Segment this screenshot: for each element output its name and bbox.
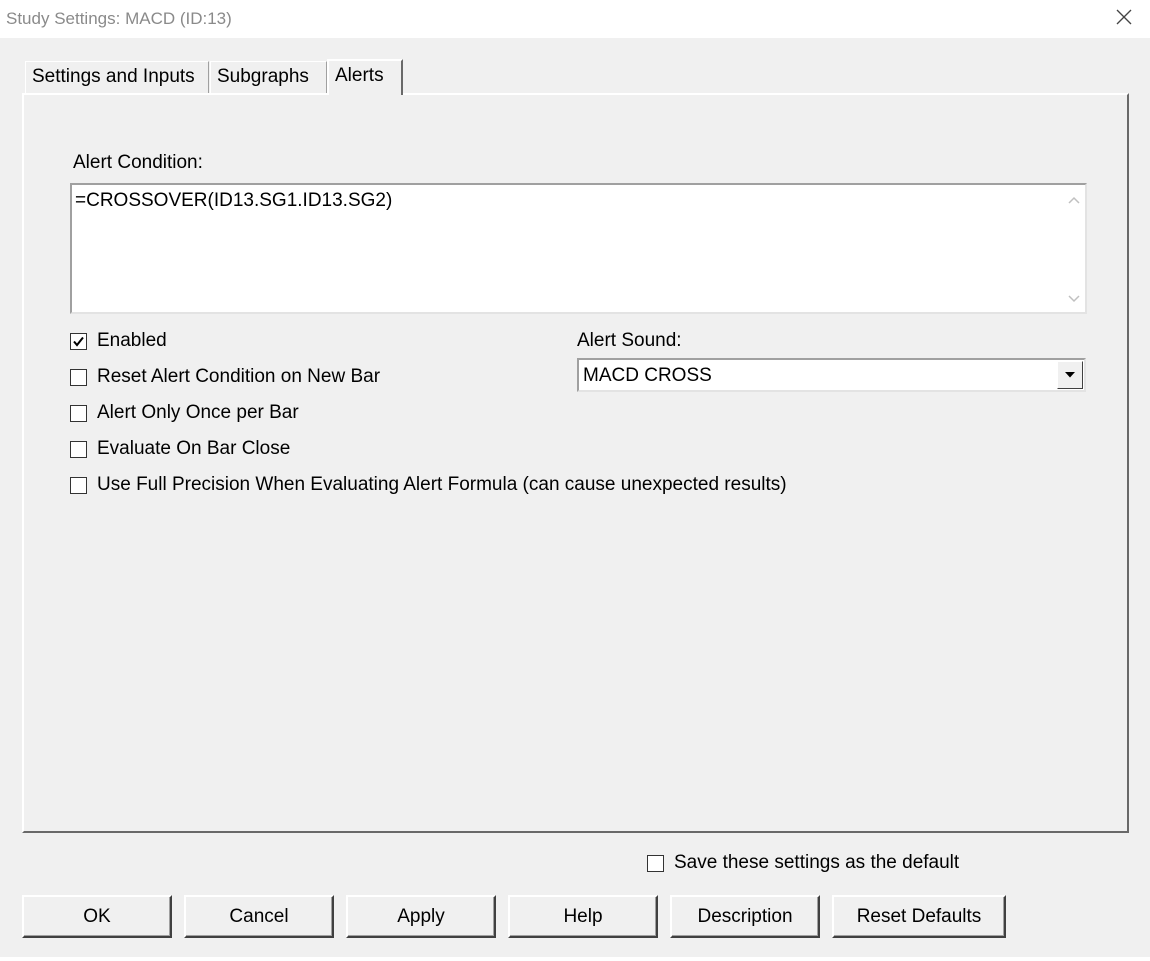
tab-label: Settings and Inputs bbox=[32, 66, 195, 87]
full-precision-checkbox-row[interactable]: Use Full Precision When Evaluating Alert… bbox=[70, 473, 787, 497]
enabled-label: Enabled bbox=[97, 330, 167, 351]
alert-sound-select[interactable]: MACD CROSS bbox=[577, 358, 1086, 392]
save-default-checkbox[interactable] bbox=[647, 854, 664, 872]
reset-alert-checkbox-row[interactable]: Reset Alert Condition on New Bar bbox=[70, 365, 380, 389]
checkmark-icon bbox=[73, 336, 84, 347]
save-default-label: Save these settings as the default bbox=[674, 852, 960, 873]
tab-settings-and-inputs[interactable]: Settings and Inputs bbox=[25, 61, 209, 93]
vertical-scrollbar[interactable] bbox=[1063, 185, 1085, 312]
alert-sound-label: Alert Sound: bbox=[577, 330, 682, 351]
alert-once-checkbox-row[interactable]: Alert Only Once per Bar bbox=[70, 401, 299, 425]
tab-alerts[interactable]: Alerts bbox=[327, 59, 403, 95]
reset-alert-label: Reset Alert Condition on New Bar bbox=[97, 366, 381, 387]
evaluate-bar-close-label: Evaluate On Bar Close bbox=[97, 438, 291, 459]
full-precision-checkbox[interactable] bbox=[70, 476, 87, 494]
title-bar: Study Settings: MACD (ID:13) bbox=[0, 0, 1150, 38]
cancel-button[interactable]: Cancel bbox=[184, 895, 334, 938]
alert-condition-label: Alert Condition: bbox=[73, 152, 203, 173]
reset-alert-checkbox[interactable] bbox=[70, 368, 87, 386]
bottom-edge bbox=[0, 957, 1150, 961]
reset-defaults-button[interactable]: Reset Defaults bbox=[832, 895, 1006, 938]
alert-condition-value: =CROSSOVER(ID13.SG1.ID13.SG2) bbox=[75, 190, 393, 211]
alert-sound-value: MACD CROSS bbox=[583, 365, 712, 386]
window-title: Study Settings: MACD (ID:13) bbox=[6, 9, 232, 28]
tab-subgraphs[interactable]: Subgraphs bbox=[210, 61, 327, 93]
chevron-down-icon bbox=[1065, 372, 1075, 378]
ok-button[interactable]: OK bbox=[22, 895, 172, 938]
evaluate-bar-close-checkbox[interactable] bbox=[70, 440, 87, 458]
apply-button[interactable]: Apply bbox=[346, 895, 496, 938]
scroll-down-icon[interactable] bbox=[1067, 292, 1081, 306]
dropdown-button[interactable] bbox=[1057, 361, 1083, 389]
tab-label: Alerts bbox=[335, 65, 384, 86]
full-precision-label: Use Full Precision When Evaluating Alert… bbox=[97, 474, 787, 495]
evaluate-bar-close-checkbox-row[interactable]: Evaluate On Bar Close bbox=[70, 437, 290, 461]
close-icon bbox=[1115, 8, 1133, 31]
alert-condition-textarea[interactable]: =CROSSOVER(ID13.SG1.ID13.SG2) bbox=[70, 183, 1087, 314]
alert-once-checkbox[interactable] bbox=[70, 404, 87, 422]
save-default-checkbox-row[interactable]: Save these settings as the default bbox=[647, 851, 959, 875]
alert-once-label: Alert Only Once per Bar bbox=[97, 402, 299, 423]
scroll-up-icon[interactable] bbox=[1067, 193, 1081, 207]
tab-label: Subgraphs bbox=[217, 66, 309, 87]
enabled-checkbox-row[interactable]: Enabled bbox=[70, 329, 167, 353]
description-button[interactable]: Description bbox=[670, 895, 820, 938]
close-button[interactable] bbox=[1098, 0, 1150, 38]
help-button[interactable]: Help bbox=[508, 895, 658, 938]
enabled-checkbox[interactable] bbox=[70, 332, 87, 350]
